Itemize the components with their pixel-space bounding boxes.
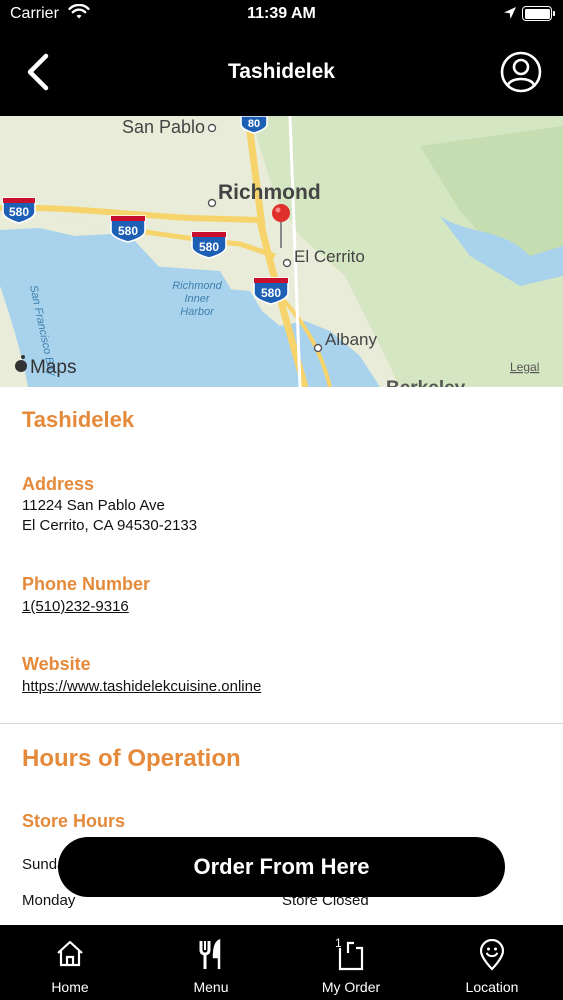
store-hours-label: Store Hours xyxy=(22,811,126,831)
tab-label: My Order xyxy=(321,979,381,995)
svg-text:580: 580 xyxy=(199,240,219,254)
hours-title: Hours of Operation xyxy=(22,745,241,772)
i580-shield-icon: 580 xyxy=(110,215,146,243)
svg-text:580: 580 xyxy=(118,224,138,238)
fork-knife-icon xyxy=(196,938,226,976)
tab-my-order[interactable]: 1 My Order xyxy=(281,925,421,1000)
phone-label: Phone Number xyxy=(22,574,151,594)
i580-shield-icon: 580 xyxy=(191,231,227,259)
map-label-harbor-3: Harbor xyxy=(180,306,215,318)
map-label-harbor-1: Richmond xyxy=(172,280,222,292)
website-label: Website xyxy=(22,654,91,674)
nav-bar: Tashidelek xyxy=(0,30,563,116)
svg-text:80: 80 xyxy=(248,118,260,130)
store-map[interactable]: 80 580 580 580 580 San Pablo Richmond El… xyxy=(0,116,563,387)
map-label-harbor-2: Inner xyxy=(184,293,210,305)
address-line-1: 11224 San Pablo Ave xyxy=(22,497,165,514)
location-pin-icon xyxy=(478,938,506,976)
map-label-berkeley: Berkeley xyxy=(386,378,466,387)
tab-bar: Home Menu 1 My Order Location xyxy=(0,925,563,1000)
tab-label: Home xyxy=(51,979,89,995)
page-title: Tashidelek xyxy=(228,60,335,83)
website-link[interactable]: https://www.tashidelekcuisine.online xyxy=(22,677,261,697)
user-icon xyxy=(500,51,542,93)
map-label-san-pablo: San Pablo xyxy=(122,117,205,137)
store-name: Tashidelek xyxy=(22,407,135,432)
phone-link[interactable]: 1(510)232-9316 xyxy=(22,597,129,617)
address-label: Address xyxy=(22,474,95,494)
profile-button[interactable] xyxy=(500,51,542,93)
status-time: 11:39 AM xyxy=(247,5,316,22)
location-arrow-icon xyxy=(503,6,517,25)
svg-text:580: 580 xyxy=(9,205,29,219)
order-from-here-button[interactable]: Order From Here xyxy=(58,837,505,897)
home-icon xyxy=(55,939,85,974)
legal-link: Legal xyxy=(510,360,539,374)
address-line-2: El Cerrito, CA 94530-2133 xyxy=(22,517,198,534)
svg-text:580: 580 xyxy=(261,286,281,300)
map-label-richmond: Richmond xyxy=(218,181,321,204)
divider xyxy=(0,723,563,724)
maps-attribution: Maps xyxy=(30,357,76,378)
battery-icon xyxy=(522,6,555,21)
i580-shield-icon: 580 xyxy=(253,277,289,305)
tab-label: Menu xyxy=(193,979,229,995)
tab-label: Location xyxy=(465,979,519,995)
shopping-bag-icon xyxy=(336,939,366,976)
hours-day: Monday xyxy=(22,892,76,909)
tab-location[interactable]: Location xyxy=(422,925,562,1000)
tab-home[interactable]: Home xyxy=(0,925,140,1000)
map-label-albany: Albany xyxy=(325,330,377,349)
i580-shield-icon: 580 xyxy=(2,197,36,224)
map-label-el-cerrito: El Cerrito xyxy=(294,247,365,266)
tab-menu[interactable]: Menu xyxy=(141,925,281,1000)
status-bar: Carrier 11:39 AM xyxy=(0,0,563,30)
